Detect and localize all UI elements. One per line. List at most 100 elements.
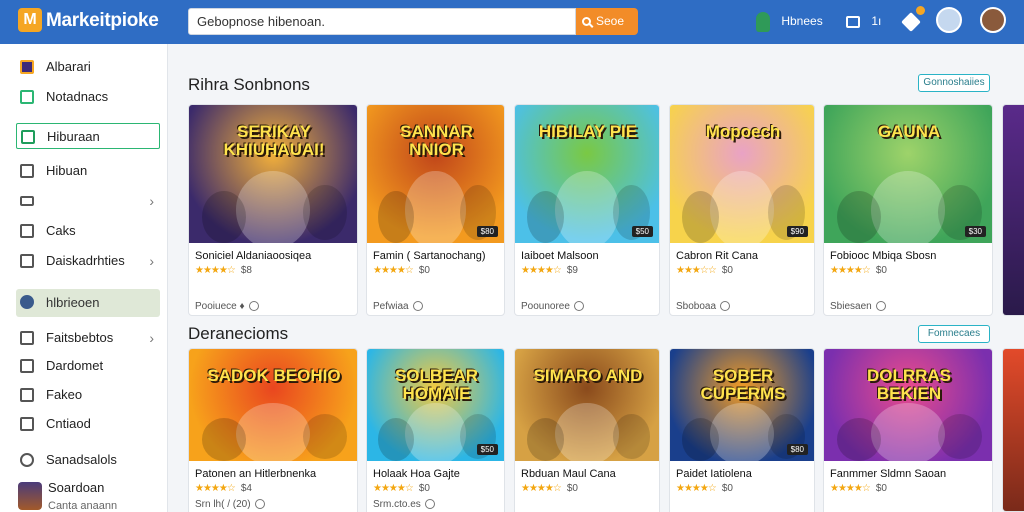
sidebar-item-hiburaan[interactable]: Hiburaan [16,123,160,149]
product-card[interactable]: SOLBEAR HOMAIE $50 Holaak Hoa Gajte ★★★★☆ $0… [366,348,505,512]
product-price: $0 [875,483,887,494]
sidebar-item-daiskadrhties[interactable]: Daiskadrhties › [16,248,160,274]
character-illustration [405,402,466,461]
sidebar-item-label: Daiskadrhties [46,253,125,268]
sidebar-item-dardomet[interactable]: Dardomet [16,353,160,379]
product-title[interactable]: Holaak Hoa Gajte [373,468,504,480]
product-card-partial[interactable] [1002,104,1024,316]
price-badge: $30 [964,226,986,237]
product-card[interactable]: DOLRRAS BEKIEN Fanmmer Sldmn Saoan ★★★★☆ $0 [823,348,993,512]
product-title[interactable]: Famin ( Sartanochang) [373,250,504,262]
note-icon [20,90,34,104]
rating-stars: ★★★★☆ [373,483,414,494]
character-illustration [938,413,982,459]
product-card[interactable]: GAUNA $30 Fobiooc Mbiqa Sbosn ★★★★☆ $0 Sbiesa… [823,104,993,316]
product-thumbnail[interactable]: Mopoech $90 [670,105,814,243]
product-price: $0 [418,265,430,276]
seller-name: Srm.cto.es [373,499,421,510]
seller-name: Pefwiaa [373,301,409,312]
sidebar-user-subtitle: Canta anaann [48,500,118,512]
product-thumbnail[interactable]: SERIKAY KHIUHAUAI! [189,105,357,243]
seller-info: Srm.cto.es [373,499,435,510]
character-illustration [710,402,774,461]
product-thumbnail[interactable]: HIBILAY PIE $50 [515,105,659,243]
thumbnail-title: DOLRRAS BEKIEN [866,366,952,403]
sidebar-item-hibuan[interactable]: Hibuan [16,158,160,184]
product-thumbnail[interactable]: SOLBEAR HOMAIE $50 [367,349,504,461]
product-card-partial[interactable] [1002,348,1024,512]
character-illustration [681,190,719,243]
product-price: $0 [721,483,733,494]
logo-icon[interactable]: M [18,8,42,32]
product-card[interactable]: HIBILAY PIE $50 Iaiboet Malsoon ★★★★☆ $9 Poou… [514,104,660,316]
see-all-button[interactable]: Gonnoshaiies [918,74,990,92]
product-title[interactable]: Iaiboet Malsoon [521,250,659,262]
product-title[interactable]: Rbduan Maul Cana [521,468,659,480]
app-icon [20,60,34,74]
product-thumbnail[interactable]: SOBER CUPERMS $80 [670,349,814,461]
search-button[interactable]: Seoe [576,8,638,35]
box-icon [20,359,34,373]
product-rating: ★★★★☆ $9 [521,265,578,276]
product-card[interactable]: SADOK BEOHIO Patonen an Hitlerbnenka ★★★★☆… [188,348,358,512]
character-illustration [303,413,347,459]
sidebar-item-faitsbebtos[interactable]: Faitsbebtos › [16,325,160,351]
product-card[interactable]: Mopoech $90 Cabron Rit Cana ★★★☆☆ $0 Sboboaa [669,104,815,316]
price-badge: $90 [786,226,808,237]
character-illustration [837,190,882,243]
product-title[interactable]: Cabron Rit Cana [676,250,814,262]
grid-icon [21,130,35,144]
seller-info: Pooiuece ♦ [195,301,259,312]
sidebar-user-name[interactable]: Soardoan [48,480,104,495]
notification-button[interactable] [901,6,925,34]
sidebar-item-notadnacs[interactable]: Notadnacs [16,84,160,110]
product-thumbnail[interactable]: SADOK BEOHIO [189,349,357,461]
seller-info: Pefwiaa [373,301,423,312]
sidebar-item-label: Fakeo [46,387,83,402]
cart-button[interactable]: 1ı [846,8,881,34]
sidebar-item-mail[interactable]: › [16,188,160,214]
product-thumbnail[interactable]: DOLRRAS BEKIEN [824,349,992,461]
chevron-right-icon: › [149,253,154,269]
sidebar-item-albarari[interactable]: Albarari [16,54,160,80]
product-thumbnail[interactable]: GAUNA $30 [824,105,992,243]
see-all-button[interactable]: Fomnecaes [918,325,990,343]
cube-icon [20,224,34,238]
sidebar-item-cntiaod[interactable]: Cntiaod [16,411,160,437]
thumbnail-title: Mopoech [705,122,781,141]
brand-name[interactable]: Markeitpioke [46,10,159,32]
product-title[interactable]: Paidet Iatiolena [676,468,814,480]
character-illustration [377,418,414,461]
mail-icon [20,196,34,206]
product-title[interactable]: Fobiooc Mbiqa Sbosn [830,250,990,262]
rating-stars: ★★★★☆ [676,483,717,494]
product-card[interactable]: SANNAR NNIOR $80 Famin ( Sartanochang) ★★★★… [366,104,505,316]
product-title[interactable]: Fanmmer Sldmn Saoan [830,468,990,480]
profile-avatar[interactable] [980,7,1006,33]
product-rating: ★★★★☆ $4 [195,483,252,494]
search-icon [582,17,591,26]
character-illustration [555,402,619,461]
sidebar-item-fakeo[interactable]: Fakeo [16,382,160,408]
search-input[interactable]: Gebopnose hibenoan. [188,8,576,35]
avatar[interactable] [936,7,962,33]
product-thumbnail[interactable]: SIMARO AND [515,349,659,461]
product-thumbnail[interactable]: SANNAR NNIOR $80 [367,105,504,243]
user-menu[interactable]: Hbnees [756,8,823,34]
product-card[interactable]: SOBER CUPERMS $80 Paidet Iatiolena ★★★★☆ $0 [669,348,815,512]
product-price: $8 [240,265,252,276]
sidebar-item-label: Hiburaan [47,129,100,144]
product-card[interactable]: SIMARO AND Rbduan Maul Cana ★★★★☆ $0 [514,348,660,512]
sidebar-item-sanadsalols[interactable]: Sanadsalols [16,447,160,473]
rating-stars: ★★★★☆ [521,265,562,276]
sidebar-item-caks[interactable]: Caks [16,218,160,244]
character-illustration [837,418,882,461]
avatar[interactable] [18,482,42,510]
section-title: Deranecioms [188,324,289,343]
sidebar-item-hlbrieoen[interactable]: hlbrieoen [16,289,160,317]
user-icon [20,295,34,309]
product-card[interactable]: SERIKAY KHIUHAUAI! Soniciel Aldaniaoosiqe… [188,104,358,316]
product-title[interactable]: Soniciel Aldaniaoosiqea [195,250,355,262]
product-title[interactable]: Patonen an Hitlerbnenka [195,468,355,480]
sidebar-item-label: Hibuan [46,163,88,178]
